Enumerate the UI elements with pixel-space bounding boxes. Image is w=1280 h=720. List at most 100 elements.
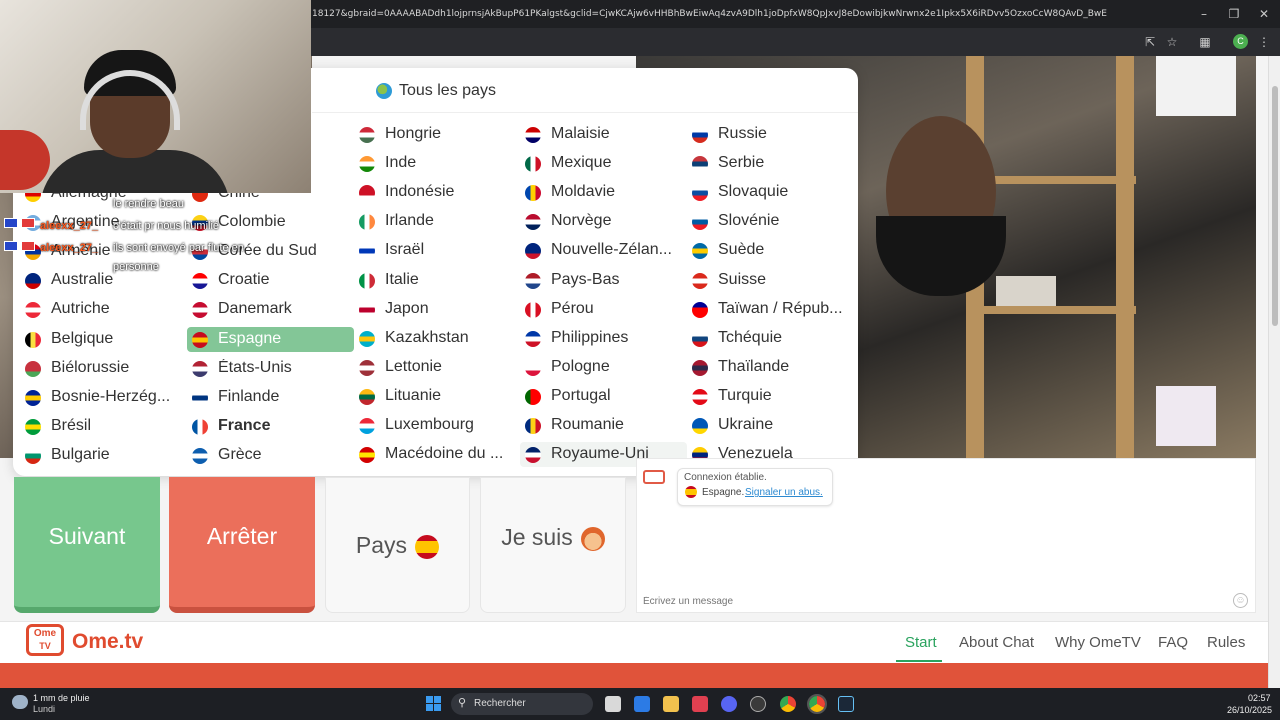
country-option[interactable]: Lettonie — [354, 355, 521, 380]
country-option[interactable]: Danemark — [187, 297, 354, 322]
install-app-icon[interactable]: ⇱ — [1142, 34, 1158, 50]
country-option[interactable]: Roumanie — [520, 413, 687, 438]
nav-faq[interactable]: FAQ — [1158, 634, 1188, 651]
steam-icon[interactable] — [838, 696, 854, 712]
bookmark-star-icon[interactable]: ☆ — [1164, 34, 1180, 50]
country-option[interactable]: Russie — [687, 122, 854, 147]
country-option[interactable]: Brésil — [20, 414, 187, 439]
country-option[interactable]: États-Unis — [187, 356, 354, 381]
store-icon[interactable] — [634, 696, 650, 712]
country-option[interactable]: Lituanie — [354, 384, 521, 409]
app-icon[interactable] — [750, 696, 766, 712]
maximize-icon[interactable]: ❐ — [1224, 6, 1244, 22]
country-option[interactable]: Taïwan / Répub... — [687, 297, 854, 322]
country-option[interactable]: Mexique — [520, 151, 687, 176]
country-option[interactable]: Tchéquie — [687, 326, 854, 351]
country-option[interactable]: Kazakhstan — [354, 326, 521, 351]
country-option[interactable]: Suède — [687, 238, 854, 263]
country-flag-icon — [692, 127, 708, 143]
clock-time[interactable]: 02:57 — [1248, 693, 1271, 703]
emoji-smile-icon[interactable]: ☺ — [1233, 593, 1248, 608]
message-input[interactable] — [637, 590, 1237, 612]
task-view-icon[interactable] — [605, 696, 621, 712]
profile-avatar[interactable]: C — [1233, 34, 1248, 49]
country-option[interactable]: Thaïlande — [687, 355, 854, 380]
app-icon[interactable] — [692, 696, 708, 712]
country-option[interactable]: Croatie — [187, 268, 354, 293]
scrollbar-thumb[interactable] — [1272, 86, 1278, 326]
country-flag-icon — [692, 360, 708, 376]
country-option[interactable]: Bosnie-Herzég... — [20, 385, 187, 410]
country-option[interactable]: Portugal — [520, 384, 687, 409]
country-option[interactable]: Nouvelle-Zélan... — [520, 238, 687, 263]
country-option[interactable]: Slovénie — [687, 209, 854, 234]
country-option[interactable]: Philippines — [520, 326, 687, 351]
extensions-icon[interactable]: ▦ — [1197, 34, 1213, 50]
country-option[interactable]: Pérou — [520, 297, 687, 322]
country-option[interactable]: Luxembourg — [354, 413, 521, 438]
country-flag-icon — [359, 214, 375, 230]
nav-why-ometv[interactable]: Why OmeTV — [1055, 634, 1141, 651]
close-icon[interactable]: ✕ — [1254, 6, 1274, 22]
country-flag-icon — [192, 302, 208, 318]
nav-start[interactable]: Start — [905, 634, 937, 651]
logo-text[interactable]: Ome.tv — [72, 630, 143, 654]
country-option[interactable]: Moldavie — [520, 180, 687, 205]
country-option[interactable]: Grèce — [187, 443, 354, 468]
scrollbar[interactable] — [1268, 56, 1280, 688]
country-option[interactable]: Irlande — [354, 209, 521, 234]
minimize-icon[interactable]: – — [1194, 6, 1214, 22]
i-am-button[interactable]: Je suis — [480, 477, 626, 613]
country-name: Italie — [385, 271, 419, 288]
country-option[interactable]: Hongrie — [354, 122, 521, 147]
country-option[interactable]: Ukraine — [687, 413, 854, 438]
country-option[interactable]: Turquie — [687, 384, 854, 409]
chrome-icon[interactable] — [780, 696, 796, 712]
country-option[interactable]: Bulgarie — [20, 443, 187, 468]
next-button[interactable]: Suivant — [14, 477, 160, 613]
country-name: Indonésie — [385, 183, 455, 200]
country-name: Nouvelle-Zélan... — [551, 241, 672, 258]
report-abuse-link[interactable]: Signaler un abus. — [745, 487, 823, 498]
nav-about-chat[interactable]: About Chat — [959, 634, 1034, 651]
country-option[interactable]: Serbie — [687, 151, 854, 176]
country-option[interactable]: Inde — [354, 151, 521, 176]
chrome-icon[interactable] — [807, 694, 827, 714]
country-option[interactable]: Espagne — [187, 327, 354, 352]
country-option[interactable]: Italie — [354, 268, 521, 293]
country-option[interactable]: Malaisie — [520, 122, 687, 147]
country-flag-icon — [192, 419, 208, 435]
url-text[interactable]: 18127&gbraid=0AAAABADdh1lojprnsjAkBupP61… — [312, 9, 1132, 19]
country-flag-icon — [359, 447, 375, 463]
country-option[interactable]: Indonésie — [354, 180, 521, 205]
country-option[interactable]: Israël — [354, 238, 521, 263]
country-option[interactable]: Australie — [20, 268, 187, 293]
weather-icon[interactable] — [12, 695, 28, 709]
country-option[interactable]: Suisse — [687, 268, 854, 293]
country-option[interactable]: Japon — [354, 297, 521, 322]
country-name: Suisse — [718, 271, 767, 288]
clock-date[interactable]: 26/10/2025 — [1227, 705, 1272, 715]
country-option[interactable]: Norvège — [520, 209, 687, 234]
chat-badge-icon — [21, 218, 35, 228]
weather-text[interactable]: 1 mm de pluie — [33, 693, 90, 703]
country-button[interactable]: Pays — [325, 477, 470, 613]
all-countries-option[interactable]: Tous les pays — [399, 82, 496, 100]
country-option[interactable]: Pays-Bas — [520, 268, 687, 293]
country-option[interactable]: Belgique — [20, 327, 187, 352]
discord-icon[interactable] — [721, 696, 737, 712]
country-name: États-Unis — [218, 359, 292, 376]
country-option[interactable]: Finlande — [187, 385, 354, 410]
country-option[interactable]: Pologne — [520, 355, 687, 380]
nav-active-indicator — [896, 660, 942, 662]
nav-rules[interactable]: Rules — [1207, 634, 1245, 651]
country-option[interactable]: Macédoine du ... — [354, 442, 521, 467]
browser-menu-icon[interactable]: ⋮ — [1256, 34, 1272, 50]
country-option[interactable]: Biélorussie — [20, 356, 187, 381]
country-option[interactable]: Autriche — [20, 297, 187, 322]
file-explorer-icon[interactable] — [663, 696, 679, 712]
stop-button[interactable]: Arrêter — [169, 477, 315, 613]
windows-start-icon[interactable] — [426, 696, 442, 712]
country-option[interactable]: France — [187, 414, 354, 439]
country-option[interactable]: Slovaquie — [687, 180, 854, 205]
